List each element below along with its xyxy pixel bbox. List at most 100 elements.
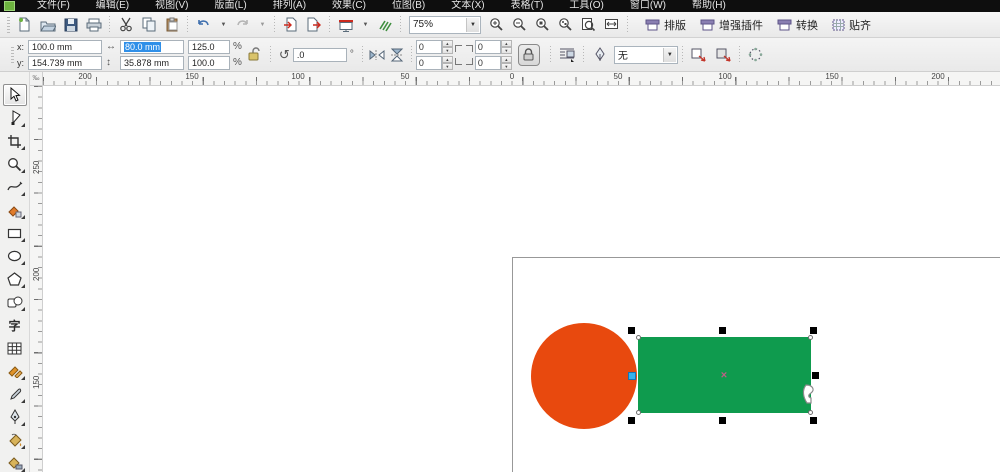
print-button[interactable] [82, 14, 105, 36]
menu-edit[interactable]: 编辑(E) [83, 0, 142, 12]
freehand-tool[interactable] [3, 176, 27, 198]
snap-button[interactable]: 贴齐 [825, 14, 878, 36]
selection-handle-bottom-right[interactable] [810, 417, 817, 424]
shape-tool[interactable] [3, 107, 27, 129]
mirror-vertical-button[interactable] [387, 45, 407, 65]
application-launcher-button[interactable] [334, 14, 357, 36]
menu-view[interactable]: 视图(V) [142, 0, 201, 12]
object-height-field[interactable]: 35.878 mm [120, 55, 185, 70]
cut-button[interactable] [114, 14, 137, 36]
spin-down-icon[interactable]: ▼ [500, 62, 512, 70]
options-button[interactable] [373, 14, 396, 36]
selection-handle-bottom-middle[interactable] [719, 417, 726, 424]
spin-down-icon[interactable]: ▼ [441, 62, 453, 70]
typesetting-button[interactable]: 排版 [638, 14, 693, 36]
corner-radius-bl-spinner[interactable]: 0 ▲ ▼ [415, 55, 453, 70]
zoom-to-width-button[interactable] [600, 14, 623, 36]
vertical-ruler[interactable]: 250 200 150 [30, 86, 43, 472]
menu-effects[interactable]: 效果(C) [319, 0, 379, 12]
convert-outline-button[interactable] [711, 44, 735, 66]
propbar-grip[interactable] [11, 46, 14, 63]
redo-button[interactable] [231, 14, 254, 36]
toolbar-grip[interactable] [7, 16, 10, 33]
outline-width-icon-button[interactable] [588, 44, 612, 66]
plugins-button[interactable]: 增强插件 [693, 14, 770, 36]
edit-corners-together-button[interactable] [517, 43, 540, 66]
outline-pen-tool[interactable] [3, 406, 27, 428]
zoom-to-page-button[interactable] [577, 14, 600, 36]
open-button[interactable] [36, 14, 59, 36]
scale-h-field[interactable]: 125.0 [188, 39, 231, 54]
corner-radius-tl-spinner[interactable]: 0 ▲ ▼ [415, 39, 453, 54]
undo-dropdown[interactable]: ▼ [215, 14, 231, 36]
spin-up-icon[interactable]: ▲ [500, 39, 512, 47]
zoom-out-button[interactable] [508, 14, 531, 36]
spin-down-icon[interactable]: ▼ [441, 46, 453, 54]
menu-window[interactable]: 窗口(W) [617, 0, 679, 12]
import-button[interactable] [279, 14, 302, 36]
selection-handle-top-right[interactable] [810, 327, 817, 334]
corner-node[interactable] [636, 410, 641, 415]
menu-layout[interactable]: 版面(L) [201, 0, 259, 12]
menu-file[interactable]: 文件(F) [24, 0, 83, 12]
circle-shape[interactable] [531, 323, 637, 429]
interactive-fill-tool[interactable] [3, 452, 27, 472]
basic-shapes-tool[interactable] [3, 291, 27, 313]
ruler-origin[interactable]: ‰ [30, 72, 43, 86]
redo-dropdown[interactable]: ▼ [254, 14, 270, 36]
x-position-field[interactable]: 100.0 mm [28, 39, 103, 54]
lock-ratio-button[interactable] [248, 46, 260, 63]
corner-node[interactable] [636, 335, 641, 340]
object-properties-button[interactable] [744, 44, 768, 66]
corner-radius-br-spinner[interactable]: 0 ▲ ▼ [474, 55, 512, 70]
convert-button[interactable]: 转换 [770, 14, 825, 36]
scale-v-field[interactable]: 100.0 [188, 55, 231, 70]
convert-to-curves-button[interactable] [687, 44, 711, 66]
zoom-selected-button[interactable] [531, 14, 554, 36]
mirror-horizontal-button[interactable] [367, 45, 387, 65]
text-tool[interactable]: 字 [3, 314, 27, 336]
spin-up-icon[interactable]: ▲ [441, 39, 453, 47]
table-tool[interactable] [3, 337, 27, 359]
menu-help[interactable]: 帮助(H) [679, 0, 739, 12]
rectangle-tool[interactable] [3, 222, 27, 244]
selection-handle-middle-right[interactable] [812, 372, 819, 379]
menu-text[interactable]: 文本(X) [438, 0, 497, 12]
spin-down-icon[interactable]: ▼ [500, 46, 512, 54]
smart-fill-tool[interactable] [3, 199, 27, 221]
corner-node[interactable] [808, 335, 813, 340]
spin-up-icon[interactable]: ▲ [500, 55, 512, 63]
new-document-button[interactable] [13, 14, 36, 36]
export-button[interactable] [302, 14, 325, 36]
copy-button[interactable] [137, 14, 160, 36]
wrap-text-button[interactable] [555, 44, 579, 66]
rotation-angle-field[interactable]: .0 [292, 47, 347, 62]
horizontal-ruler[interactable]: 200 150 100 50 0 50 100 150 200 [43, 72, 1000, 86]
corner-radius-tr-spinner[interactable]: 0 ▲ ▼ [474, 39, 512, 54]
undo-button[interactable] [192, 14, 215, 36]
paste-button[interactable] [160, 14, 183, 36]
menu-table[interactable]: 表格(T) [498, 0, 557, 12]
crop-tool[interactable] [3, 130, 27, 152]
snap-node-handle[interactable] [628, 372, 636, 380]
eyedropper-tool[interactable] [3, 383, 27, 405]
selection-handle-top-middle[interactable] [719, 327, 726, 334]
fill-tool[interactable] [3, 429, 27, 451]
menu-arrange[interactable]: 排列(A) [260, 0, 319, 12]
zoom-level-combo[interactable]: 75% ▼ [409, 15, 481, 34]
object-width-field[interactable]: 80.0 mm [120, 39, 185, 54]
selection-handle-bottom-left[interactable] [628, 417, 635, 424]
menu-bitmaps[interactable]: 位图(B) [379, 0, 438, 12]
selection-handle-top-left[interactable] [628, 327, 635, 334]
pick-tool[interactable] [2, 84, 27, 106]
y-position-field[interactable]: 154.739 mm [28, 55, 103, 70]
drawing-canvas[interactable]: × [43, 86, 1000, 472]
launcher-dropdown[interactable]: ▼ [357, 14, 373, 36]
ellipse-tool[interactable] [3, 245, 27, 267]
menu-tools[interactable]: 工具(O) [556, 0, 616, 12]
zoom-in-button[interactable] [485, 14, 508, 36]
zoom-tool[interactable] [3, 153, 27, 175]
outline-width-combo[interactable]: 无 ▼ [613, 45, 678, 64]
polygon-tool[interactable] [3, 268, 27, 290]
zoom-all-objects-button[interactable] [554, 14, 577, 36]
